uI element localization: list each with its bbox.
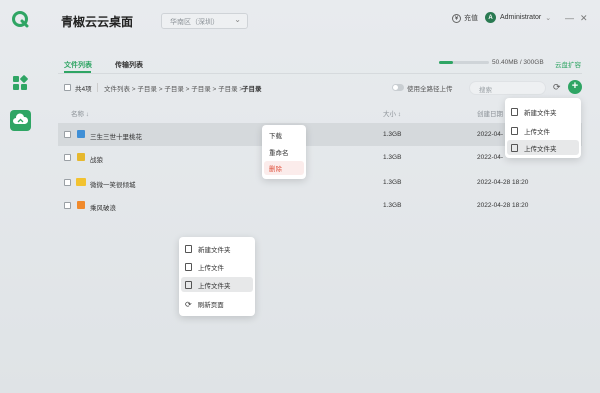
menu-item-refresh[interactable]: ⟳ 刷新页面 — [185, 299, 224, 310]
user-name: Administrator — [500, 14, 542, 21]
file-size: 1.3GB — [383, 179, 402, 186]
menu-item-new-folder[interactable]: 新建文件夹 — [511, 107, 557, 117]
file-created: 2022-04-28 18:20 — [477, 202, 529, 209]
full-path-toggle[interactable] — [392, 84, 404, 91]
menu-item-upload-folder[interactable]: 上传文件夹 — [181, 277, 253, 292]
breadcrumb[interactable]: 文件列表 > 子目录 > 子目录 > 子目录 > 子目录 > — [104, 83, 243, 93]
file-name: 乘风破浪 — [90, 205, 116, 212]
cloud-drive-nav-button[interactable] — [10, 110, 31, 131]
recharge-label: 充值 — [464, 15, 478, 22]
select-all-checkbox[interactable] — [64, 84, 71, 91]
divider — [97, 83, 98, 92]
upload-file-icon — [185, 263, 192, 271]
refresh-icon: ⟳ — [185, 299, 192, 309]
new-folder-icon — [511, 108, 518, 116]
app-title: 青椒云云桌面 — [61, 15, 134, 29]
file-size: 1.3GB — [383, 131, 402, 138]
file-name: 战狼 — [90, 157, 103, 164]
folder-icon — [76, 178, 86, 186]
chevron-down-icon: ⌄ — [545, 14, 552, 22]
upload-file-icon — [511, 127, 518, 135]
tab-divider — [58, 73, 582, 74]
column-size-header[interactable]: 大小 ↕ — [383, 108, 401, 118]
region-value: 华南区（深圳） — [170, 19, 219, 26]
file-size: 1.3GB — [383, 154, 402, 161]
sidebar — [0, 0, 40, 393]
file-created: 2022-04- — [477, 131, 504, 138]
column-created-header[interactable]: 创建日期 ↕ — [477, 108, 508, 118]
row-checkbox[interactable] — [64, 202, 71, 209]
row-checkbox[interactable] — [64, 154, 71, 161]
search-placeholder: 搜索 — [479, 87, 492, 94]
user-menu[interactable]: A Administrator ⌄ — [485, 12, 551, 23]
storage-bar-fill — [439, 61, 453, 64]
file-name: 三生三世十里桃花 — [90, 134, 142, 141]
blank-context-menu: 新建文件夹 上传文件 上传文件夹 ⟳ 刷新页面 — [179, 237, 255, 316]
menu-item-delete[interactable]: 删除 — [264, 161, 304, 175]
recharge-button[interactable]: ¥ 充值 — [452, 13, 478, 23]
image-file-icon — [77, 130, 85, 138]
upload-folder-icon — [185, 280, 192, 289]
file-created: 2022-04- — [477, 154, 504, 161]
item-count: 共4项 — [75, 86, 92, 93]
audio-file-icon — [77, 201, 85, 209]
column-name-header[interactable]: 名称 ↓ — [71, 108, 89, 118]
tab-file-list[interactable]: 文件列表 — [64, 60, 92, 70]
row-checkbox[interactable] — [64, 179, 71, 186]
expand-storage-link[interactable]: 云盘扩容 — [555, 59, 581, 69]
menu-item-download[interactable]: 下载 — [269, 130, 282, 140]
apps-grid-icon[interactable] — [12, 75, 28, 91]
tab-transfer-list[interactable]: 传输列表 — [115, 60, 143, 70]
add-dropdown-menu: 新建文件夹 上传文件 上传文件夹 — [505, 98, 581, 158]
add-button[interactable]: + — [568, 80, 582, 94]
cloud-icon — [13, 113, 29, 124]
table-row[interactable] — [58, 146, 582, 169]
menu-item-upload-folder[interactable]: 上传文件夹 — [507, 140, 579, 155]
menu-item-new-folder[interactable]: 新建文件夹 — [185, 244, 231, 254]
row-checkbox[interactable] — [64, 131, 71, 138]
search-input[interactable]: 搜索 — [469, 81, 546, 95]
active-tab-indicator — [64, 71, 91, 73]
file-name: 微微一笑很倾城 — [90, 182, 136, 189]
file-created: 2022-04-28 18:20 — [477, 179, 529, 186]
new-folder-icon — [185, 245, 192, 253]
avatar: A — [485, 12, 496, 23]
close-icon[interactable]: ✕ — [580, 13, 588, 24]
menu-item-upload-file[interactable]: 上传文件 — [185, 262, 224, 272]
refresh-icon[interactable]: ⟳ — [553, 82, 561, 93]
upload-folder-icon — [511, 143, 518, 152]
yen-icon: ¥ — [452, 13, 461, 23]
full-path-label: 使用全路径上传 — [407, 86, 453, 93]
chevron-down-icon: ⌄ — [234, 15, 241, 24]
archive-file-icon — [77, 153, 85, 161]
file-size: 1.3GB — [383, 202, 402, 209]
row-context-menu: 下载 重命名 删除 — [262, 125, 306, 179]
region-select[interactable]: 华南区（深圳） ⌄ — [161, 13, 248, 29]
menu-item-rename[interactable]: 重命名 — [269, 147, 289, 157]
minimize-icon[interactable]: — — [565, 13, 574, 23]
storage-text: 50.40MB / 300GB — [492, 59, 544, 66]
breadcrumb-current: 子目录 — [242, 86, 262, 93]
menu-item-upload-file[interactable]: 上传文件 — [511, 126, 550, 136]
app-logo — [12, 11, 29, 28]
